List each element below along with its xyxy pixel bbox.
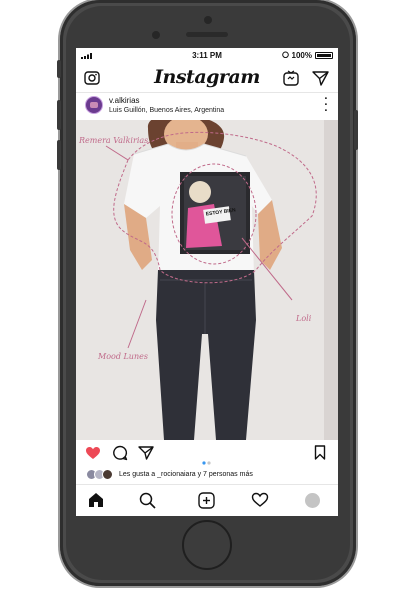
- battery-icon: [315, 52, 333, 59]
- instagram-top-bar: Instagram: [76, 64, 338, 93]
- comment-icon[interactable]: [112, 445, 128, 466]
- status-right: 100%: [281, 51, 333, 60]
- power-button: [354, 110, 358, 150]
- post-actions: [76, 442, 338, 466]
- bookmark-icon[interactable]: [314, 445, 326, 465]
- battery-percentage: 100%: [291, 51, 312, 60]
- post-username[interactable]: v.alkirias: [109, 96, 140, 105]
- home-button[interactable]: [182, 520, 232, 570]
- direct-message-icon[interactable]: [312, 70, 329, 91]
- annotation-jeans: Mood Lunes: [98, 352, 148, 361]
- post-photo-illustration: ESTOY BIEN: [76, 120, 338, 440]
- annotation-shirt: Remera Valkirias: [79, 136, 149, 145]
- liker-avatar: [102, 469, 113, 480]
- home-icon[interactable]: [88, 492, 104, 513]
- annotation-print: Loli: [296, 314, 312, 323]
- bottom-navigation: [76, 484, 338, 516]
- alarm-icon: [281, 51, 289, 60]
- likes-row[interactable]: Les gusta a _rocionaiara y 7 personas má…: [76, 467, 338, 483]
- likes-text[interactable]: Les gusta a _rocionaiara y 7 personas má…: [119, 471, 253, 478]
- heart-icon[interactable]: [85, 446, 101, 465]
- igtv-icon[interactable]: [283, 70, 299, 91]
- status-bar: 3:11 PM 100%: [76, 48, 338, 62]
- post-header: v.alkirias Luis Guillón, Buenos Aires, A…: [76, 93, 338, 119]
- share-icon[interactable]: [138, 445, 154, 465]
- post-location[interactable]: Luis Guillón, Buenos Aires, Argentina: [109, 107, 224, 114]
- more-options-icon[interactable]: · · ·: [324, 94, 328, 117]
- volume-down-button: [57, 140, 61, 170]
- activity-heart-icon[interactable]: [251, 492, 269, 513]
- proximity-sensor: [152, 31, 160, 39]
- volume-up-button: [57, 100, 61, 130]
- earpiece-speaker: [186, 32, 228, 37]
- search-icon[interactable]: [139, 492, 156, 514]
- avatar[interactable]: [85, 96, 103, 114]
- add-post-icon[interactable]: [198, 492, 215, 514]
- post-image[interactable]: ESTOY BIEN Remera Valkirias Loli Mood Lu…: [76, 120, 338, 440]
- front-camera: [204, 16, 212, 24]
- profile-icon[interactable]: [304, 492, 321, 514]
- phone-screen: 3:11 PM 100% Instagram v.alkirias Luis G…: [76, 48, 338, 516]
- mute-switch: [57, 60, 61, 78]
